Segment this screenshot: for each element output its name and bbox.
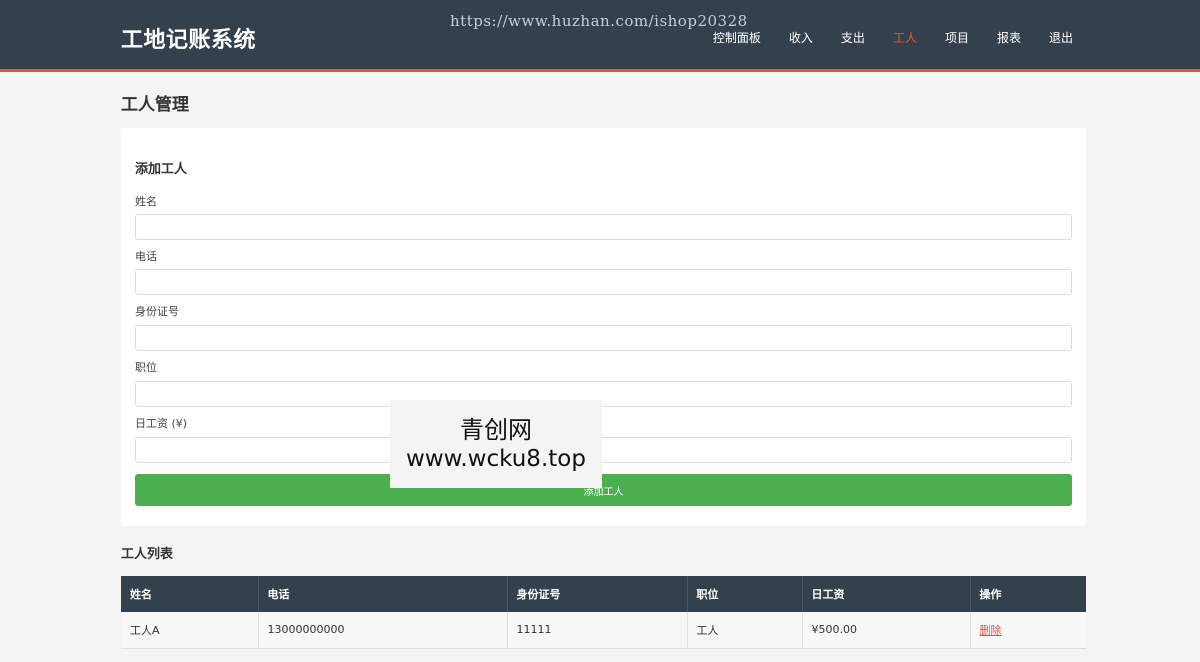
nav-item-dashboard[interactable]: 控制面板 — [713, 29, 761, 46]
main-nav: 控制面板 收入 支出 工人 项目 报表 退出 — [685, 29, 1073, 46]
cell-position: 工人 — [687, 612, 803, 649]
top-header: 工地记账系统 https://www.huzhan.com/ishop20328… — [0, 0, 1200, 72]
form-title: 添加工人 — [135, 162, 188, 177]
phone-input[interactable] — [135, 269, 1072, 295]
col-header-phone: 电话 — [258, 576, 508, 612]
add-worker-button[interactable]: 添加工人 — [135, 474, 1072, 506]
overlay-site-name: 青创网 — [460, 416, 532, 444]
name-label: 姓名 — [135, 195, 157, 208]
id-number-label: 身份证号 — [135, 305, 179, 318]
cell-id-number: 11111 — [507, 612, 688, 649]
cell-name: 工人A — [121, 612, 259, 649]
nav-item-income[interactable]: 收入 — [789, 29, 813, 46]
nav-item-projects[interactable]: 项目 — [945, 29, 969, 46]
daily-wage-input[interactable] — [135, 437, 1072, 463]
col-header-name: 姓名 — [121, 576, 259, 612]
phone-label: 电话 — [135, 250, 157, 263]
nav-item-reports[interactable]: 报表 — [997, 29, 1021, 46]
col-header-position: 职位 — [687, 576, 803, 612]
col-header-actions: 操作 — [970, 576, 1086, 612]
table-row: 工人A 13000000000 11111 工人 ¥500.00 删除 — [121, 612, 1086, 649]
cell-actions: 删除 — [970, 612, 1086, 649]
cell-phone: 13000000000 — [258, 612, 508, 649]
add-worker-card: 添加工人 姓名 电话 身份证号 职位 日工资 (¥) 添加工人 — [121, 128, 1086, 526]
nav-item-workers[interactable]: 工人 — [893, 29, 917, 46]
watermark-url: https://www.huzhan.com/ishop20328 — [450, 12, 748, 30]
nav-item-expense[interactable]: 支出 — [841, 29, 865, 46]
table-header-row: 姓名 电话 身份证号 职位 日工资 操作 — [121, 576, 1086, 612]
page-title: 工人管理 — [121, 95, 189, 115]
worker-table: 姓名 电话 身份证号 职位 日工资 操作 工人A 13000000000 111… — [121, 576, 1086, 649]
position-input[interactable] — [135, 381, 1072, 407]
col-header-id-number: 身份证号 — [507, 576, 688, 612]
watermark-overlay: 青创网 www.wcku8.top — [390, 400, 602, 488]
overlay-site-url: www.wcku8.top — [406, 446, 586, 472]
col-header-daily-wage: 日工资 — [802, 576, 971, 612]
id-number-input[interactable] — [135, 325, 1072, 351]
daily-wage-label: 日工资 (¥) — [135, 417, 188, 430]
cell-daily-wage: ¥500.00 — [802, 612, 971, 649]
worker-list-title: 工人列表 — [121, 547, 174, 562]
position-label: 职位 — [135, 361, 157, 374]
app-brand: 工地记账系统 — [121, 28, 257, 53]
nav-item-logout[interactable]: 退出 — [1049, 29, 1073, 46]
delete-worker-link[interactable]: 删除 — [980, 624, 1002, 637]
name-input[interactable] — [135, 214, 1072, 240]
